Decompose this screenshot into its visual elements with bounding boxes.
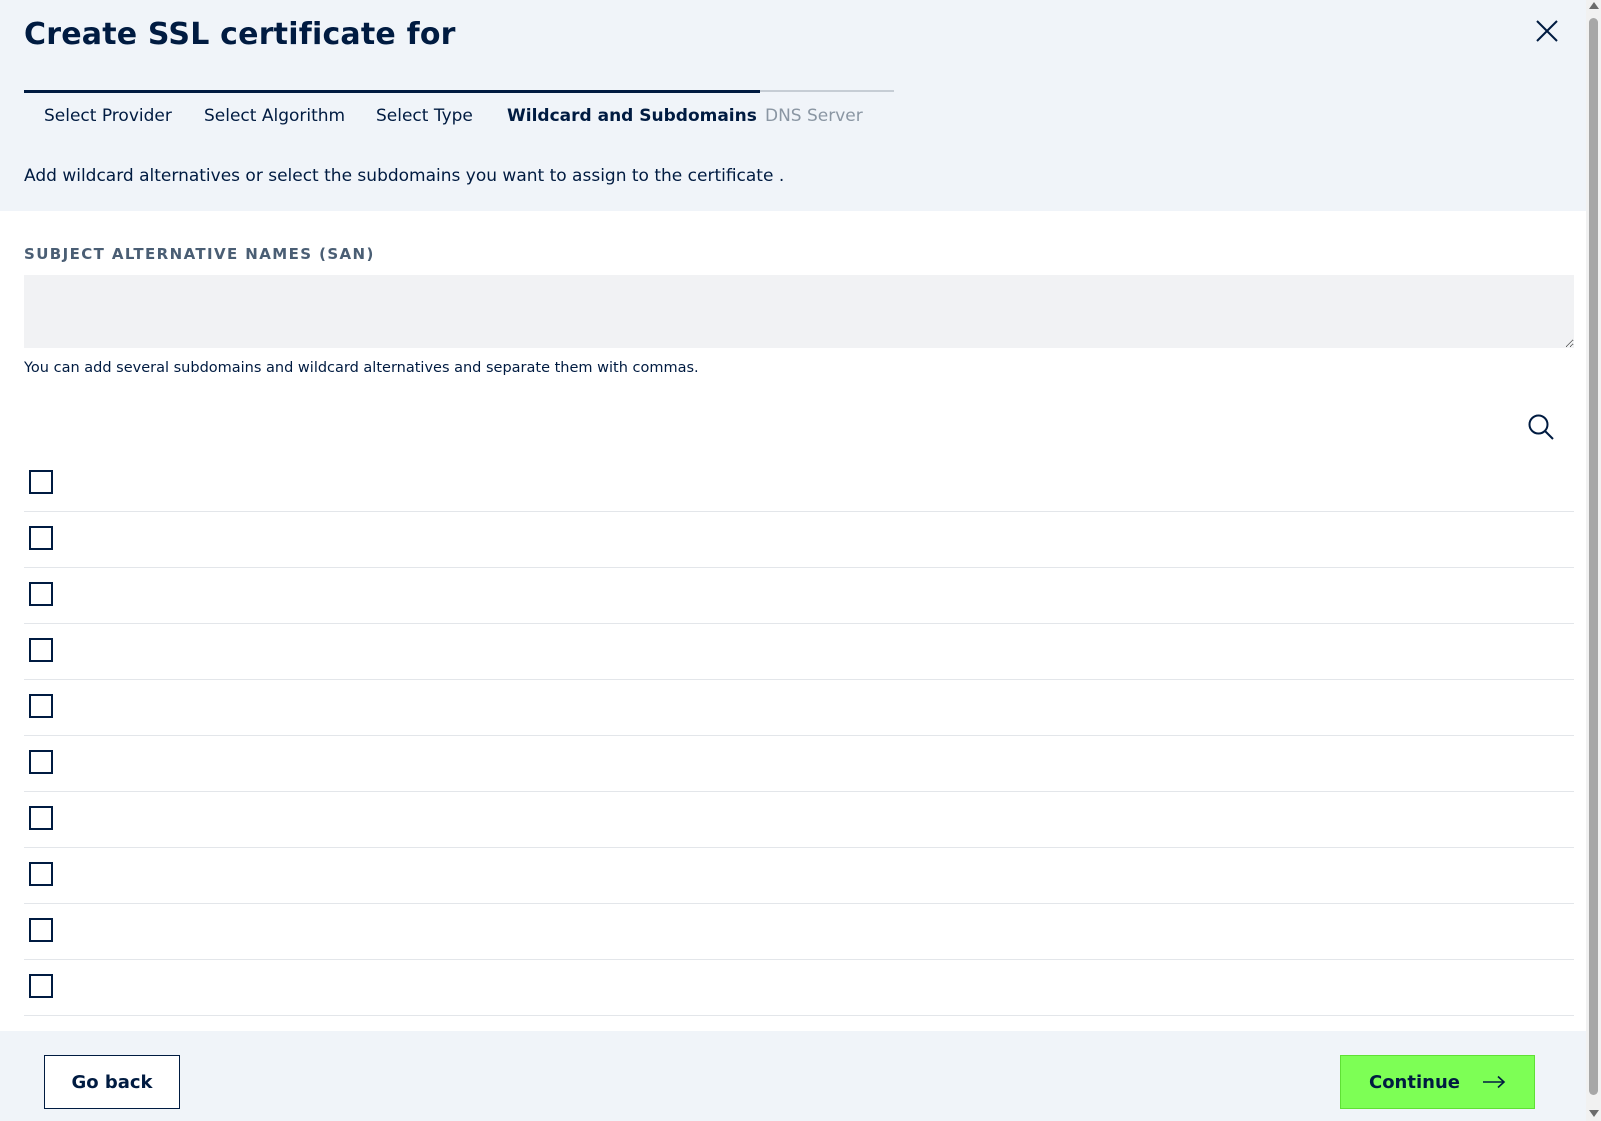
subdomain-checkbox[interactable] (29, 862, 53, 886)
scroll-down-arrow-icon[interactable] (1589, 1110, 1599, 1117)
dialog-footer: Go back Continue (0, 1031, 1586, 1121)
step-wildcard-and-subdomains[interactable]: Wildcard and Subdomains (507, 106, 757, 126)
scrollbar[interactable] (1586, 0, 1601, 1121)
list-item (24, 736, 1574, 792)
subdomain-checkbox[interactable] (29, 638, 53, 662)
subdomain-checkbox[interactable] (29, 694, 53, 718)
scroll-thumb[interactable] (1589, 18, 1598, 1095)
dialog-content: SUBJECT ALTERNATIVE NAMES (SAN) You can … (0, 211, 1586, 1031)
search-icon (1528, 414, 1554, 440)
subdomain-checkbox[interactable] (29, 806, 53, 830)
subdomain-checkbox[interactable] (29, 582, 53, 606)
san-input[interactable] (24, 275, 1574, 348)
list-item (24, 680, 1574, 736)
subdomain-checkbox[interactable] (29, 750, 53, 774)
subdomain-checkbox[interactable] (29, 526, 53, 550)
search-button[interactable] (1526, 412, 1556, 442)
continue-label: Continue (1368, 1071, 1460, 1093)
step-select-type[interactable]: Select Type (376, 106, 473, 126)
list-item (24, 624, 1574, 680)
subdomain-checkbox[interactable] (29, 470, 53, 494)
subdomain-list (24, 456, 1574, 1016)
go-back-button[interactable]: Go back (44, 1055, 180, 1109)
stepper: Select Provider Select Algorithm Select … (24, 90, 894, 140)
arrow-right-icon (1483, 1075, 1506, 1089)
list-item (24, 848, 1574, 904)
stepper-progress (24, 90, 760, 93)
list-item (24, 960, 1574, 1016)
list-item (24, 568, 1574, 624)
close-icon (1536, 20, 1558, 42)
dialog-title: Create SSL certificate for (24, 17, 456, 52)
san-helper-text: You can add several subdomains and wildc… (24, 360, 699, 376)
san-label: SUBJECT ALTERNATIVE NAMES (SAN) (24, 245, 375, 263)
intro-text: Add wildcard alternatives or select the … (24, 166, 785, 186)
list-item (24, 792, 1574, 848)
list-item (24, 904, 1574, 960)
list-item (24, 512, 1574, 568)
step-dns-server: DNS Server (765, 106, 863, 126)
list-item (24, 456, 1574, 512)
step-select-provider[interactable]: Select Provider (44, 106, 172, 126)
step-select-algorithm[interactable]: Select Algorithm (204, 106, 345, 126)
scroll-up-arrow-icon[interactable] (1589, 2, 1599, 9)
dialog-header: Create SSL certificate for Select Provid… (0, 0, 1586, 211)
continue-button[interactable]: Continue (1340, 1055, 1535, 1109)
close-button[interactable] (1532, 16, 1562, 46)
subdomain-checkbox[interactable] (29, 918, 53, 942)
subdomain-checkbox[interactable] (29, 974, 53, 998)
